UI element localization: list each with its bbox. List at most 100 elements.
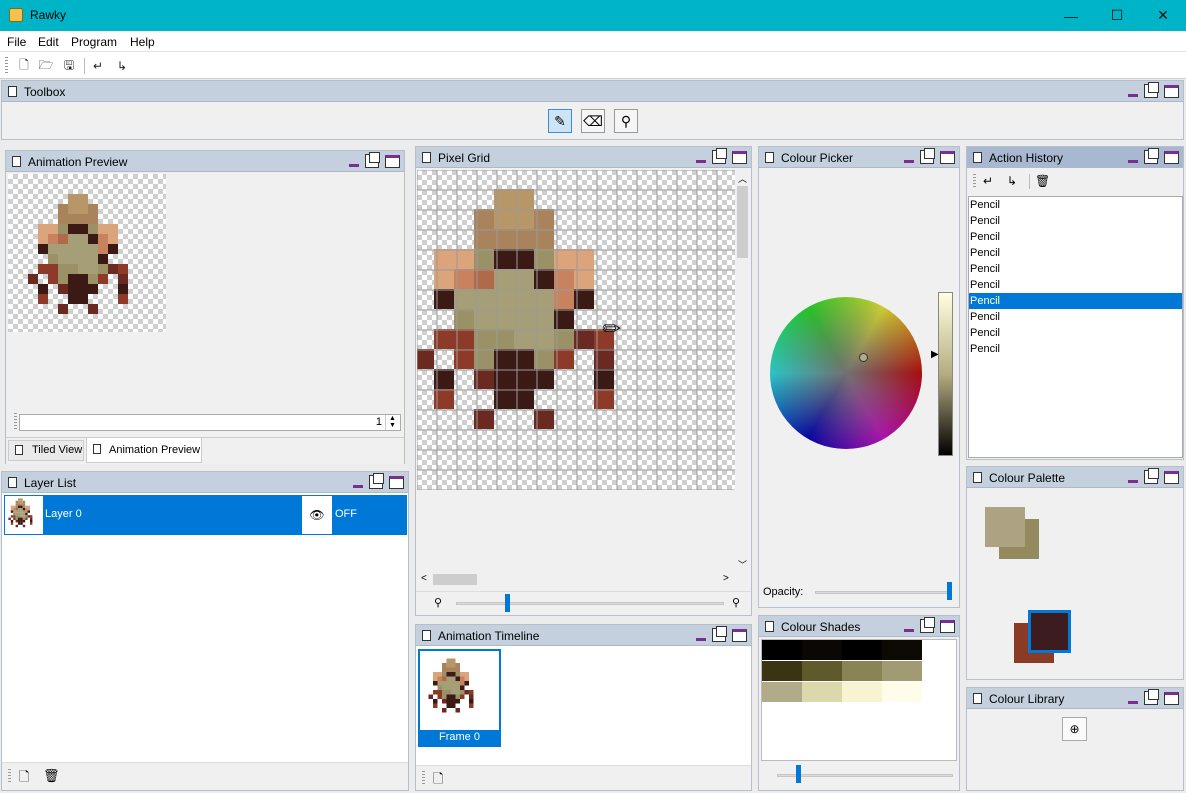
maximize-panel-icon[interactable] [385,154,400,168]
history-item[interactable]: Pencil [969,325,1182,341]
history-item[interactable]: Pencil [969,277,1182,293]
colour-wheel[interactable] [770,297,922,449]
maximize-panel-icon[interactable] [940,619,955,633]
brightness-slider[interactable] [938,292,953,456]
minimize-panel-icon[interactable] [1128,471,1138,483]
scroll-right-icon[interactable]: > [723,573,729,584]
minimize-panel-icon[interactable] [349,155,359,167]
history-item[interactable]: Pencil [969,309,1182,325]
opacity-slider-thumb[interactable] [947,582,952,600]
float-panel-icon[interactable] [1144,689,1159,705]
delete-layer-icon[interactable]: 🗑 [43,768,60,784]
zoom-out-icon[interactable]: ⚲ [434,596,442,609]
eye-icon[interactable]: 👁 [302,496,332,534]
add-library-icon[interactable]: ⊕ [1062,717,1087,741]
eraser-tool-button[interactable]: ⌫ [581,109,605,133]
maximize-panel-icon[interactable] [732,150,747,164]
shade-swatch[interactable] [802,682,842,702]
maximize-panel-icon[interactable] [940,150,955,164]
scroll-up-icon[interactable]: ︿ [738,172,747,185]
vertical-scrollbar[interactable]: ︿ ﹀ [735,170,750,574]
shade-swatch[interactable] [762,682,802,702]
close-button[interactable]: ✕ [1140,0,1186,31]
shade-swatch[interactable] [842,661,882,681]
clear-history-icon[interactable]: 🗑 [1035,174,1050,188]
save-icon[interactable]: 🖫 [60,57,78,75]
pixel-grid-viewport[interactable]: ✎ [414,169,735,574]
float-panel-icon[interactable] [369,473,384,489]
frame-spinner[interactable]: 1 ▲ ▼ [19,414,401,431]
maximize-panel-icon[interactable] [1164,150,1179,164]
secondary-colour-swatch[interactable] [1028,610,1071,653]
zoom-slider-thumb[interactable] [505,594,510,612]
shade-swatch[interactable] [762,703,802,723]
float-panel-icon[interactable] [1144,148,1159,164]
menu-file[interactable]: File [7,35,26,49]
maximize-panel-icon[interactable] [1164,84,1179,98]
minimize-panel-icon[interactable] [904,151,914,163]
timeline-frame[interactable]: Frame 0 [418,649,501,747]
undo-icon[interactable]: ↵ [983,174,993,188]
shade-swatch[interactable] [842,640,882,660]
float-panel-icon[interactable] [920,617,935,633]
shade-swatch[interactable] [842,682,882,702]
history-item[interactable]: Pencil [969,229,1182,245]
pixel-canvas-sprite[interactable] [414,169,735,491]
maximize-panel-icon[interactable] [732,628,747,642]
float-panel-icon[interactable] [1144,82,1159,98]
shade-swatch[interactable] [802,640,842,660]
minimize-panel-icon[interactable] [1128,151,1138,163]
menu-help[interactable]: Help [130,35,155,49]
minimize-panel-icon[interactable] [696,151,706,163]
new-file-icon[interactable]: 🗋 [15,57,33,75]
redo-icon[interactable]: ↳ [1007,174,1017,188]
horizontal-scroll-thumb[interactable] [433,574,477,585]
shades-slider-thumb[interactable] [796,765,801,783]
redo-icon[interactable]: ↳ [113,57,131,75]
pencil-tool-button[interactable]: ✎ [548,109,572,133]
spinner-arrows-icon[interactable]: ▲ ▼ [385,415,399,430]
float-panel-icon[interactable] [712,626,727,642]
history-item[interactable]: Pencil [969,293,1182,309]
menu-program[interactable]: Program [71,35,117,49]
float-panel-icon[interactable] [1144,468,1159,484]
brightness-pointer-icon[interactable]: ▶ [931,349,939,360]
shade-swatch[interactable] [882,640,922,660]
colour-wheel-cursor[interactable] [859,353,868,362]
shade-swatch[interactable] [762,640,802,660]
undo-icon[interactable]: ↵ [89,57,107,75]
minimize-panel-icon[interactable] [353,476,363,488]
shade-swatch[interactable] [802,703,842,723]
tab-tiled-view[interactable]: Tiled View [8,440,84,461]
toolbar-grip[interactable] [973,174,976,189]
minimize-button[interactable]: — [1048,0,1094,31]
zoom-slider-track[interactable] [456,602,724,605]
maximize-button[interactable]: ☐ [1094,0,1140,31]
minimize-panel-icon[interactable] [1128,85,1138,97]
minimize-panel-icon[interactable] [904,620,914,632]
scroll-left-icon[interactable]: < [421,573,427,584]
shade-swatch[interactable] [882,682,922,702]
history-item[interactable]: Pencil [969,197,1182,213]
minimize-panel-icon[interactable] [696,629,706,641]
horizontal-scrollbar[interactable]: < > [417,572,735,587]
tab-animation-preview[interactable]: Animation Preview [86,438,202,463]
history-item[interactable]: Pencil [969,341,1182,357]
shade-swatch[interactable] [882,661,922,681]
spinner-grip[interactable] [14,413,17,429]
shades-slider-track[interactable] [777,774,953,777]
new-frame-icon[interactable]: 🗋 [433,770,443,792]
pixel-canvas[interactable]: ✎ [414,169,735,491]
scroll-down-icon[interactable]: ﹀ [738,558,747,571]
maximize-panel-icon[interactable] [1164,470,1179,484]
new-layer-icon[interactable]: 🗋 [19,768,29,790]
toolbar-grip[interactable] [5,57,8,74]
float-panel-icon[interactable] [365,152,380,168]
open-folder-icon[interactable]: 🗁 [37,57,55,75]
float-panel-icon[interactable] [712,148,727,164]
primary-colour-swatch[interactable] [985,507,1025,547]
vertical-scroll-thumb[interactable] [737,186,748,258]
eyedropper-tool-button[interactable]: ⚲ [614,109,638,133]
layer-row[interactable]: Layer 0 👁 OFF [4,495,407,535]
float-panel-icon[interactable] [920,148,935,164]
